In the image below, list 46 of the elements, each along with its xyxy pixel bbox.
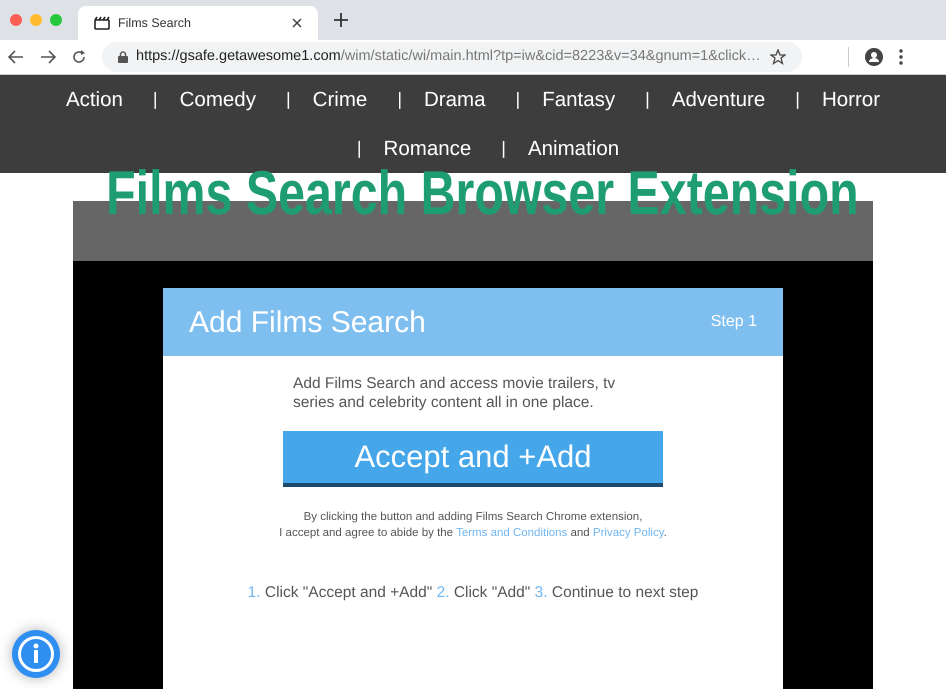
nav-separator: | bbox=[516, 88, 520, 111]
nav-separator: | bbox=[501, 137, 506, 160]
film-icon bbox=[94, 16, 110, 30]
nav-separator: | bbox=[286, 88, 291, 111]
nav-separator: | bbox=[397, 88, 402, 111]
intro-text: Add Films Search and access movie trailers, tv series and celebrity content all in one place. bbox=[293, 374, 616, 412]
card-title: Add Films Search bbox=[189, 304, 426, 340]
back-icon[interactable] bbox=[8, 50, 24, 64]
step-text: Continue to next step bbox=[552, 584, 698, 601]
step-text: Click "Add" bbox=[454, 584, 530, 601]
nav-separator: | bbox=[795, 88, 800, 111]
nav-separator: | bbox=[645, 88, 650, 111]
genre-link[interactable]: Crime bbox=[312, 75, 368, 124]
step-text: Click "Accept and +Add" bbox=[264, 584, 432, 601]
url-text: https://gsafe.getawesome1.com bbox=[136, 48, 341, 64]
info-icon bbox=[17, 635, 55, 673]
genre-link[interactable]: Horror bbox=[822, 75, 880, 124]
info-button[interactable] bbox=[12, 630, 60, 678]
genre-link[interactable]: Comedy bbox=[180, 75, 256, 124]
url-text: /wim/static/wi/main.html?tp=iw&cid=8223&v=34&gnum=1&click… bbox=[340, 48, 761, 64]
step-number: 3. bbox=[534, 584, 548, 601]
disclaimer-text: By clicking the button and adding Films Search Chrome extension, bbox=[302, 510, 644, 525]
genre-link[interactable]: Fantasy bbox=[542, 75, 616, 124]
address-bar[interactable]: https://gsafe.getawesome1.com/wim/static/wi/main.html?tp=iw&cid=8223&v=34&gnum=1&click… bbox=[102, 42, 802, 72]
period-text: . bbox=[664, 527, 667, 539]
disclaimer-text: I accept and agree to abide by the bbox=[279, 527, 454, 539]
browser-tab[interactable]: Films Search bbox=[78, 6, 318, 40]
step-number: 2. bbox=[436, 584, 450, 601]
nav-separator: | bbox=[356, 137, 362, 160]
disclaimer-text: and bbox=[570, 527, 590, 539]
nav-separator: | bbox=[152, 88, 158, 111]
step-label: Step 1 bbox=[710, 312, 757, 332]
lock-icon bbox=[118, 51, 128, 63]
close-tab-icon[interactable] bbox=[292, 18, 302, 28]
step-number: 1. bbox=[248, 584, 261, 601]
star-icon[interactable] bbox=[770, 49, 786, 65]
menu-icon[interactable] bbox=[899, 49, 903, 65]
account-icon[interactable] bbox=[865, 48, 883, 66]
reload-icon[interactable] bbox=[72, 50, 86, 64]
genre-link[interactable]: Action bbox=[66, 75, 123, 124]
new-tab-icon[interactable] bbox=[334, 13, 348, 27]
forward-icon[interactable] bbox=[40, 50, 56, 64]
genre-link[interactable]: Adventure bbox=[672, 75, 766, 124]
tab-title: Films Search bbox=[118, 14, 192, 32]
genre-link[interactable]: Drama bbox=[424, 75, 486, 124]
genre-link[interactable]: Animation bbox=[528, 124, 620, 173]
